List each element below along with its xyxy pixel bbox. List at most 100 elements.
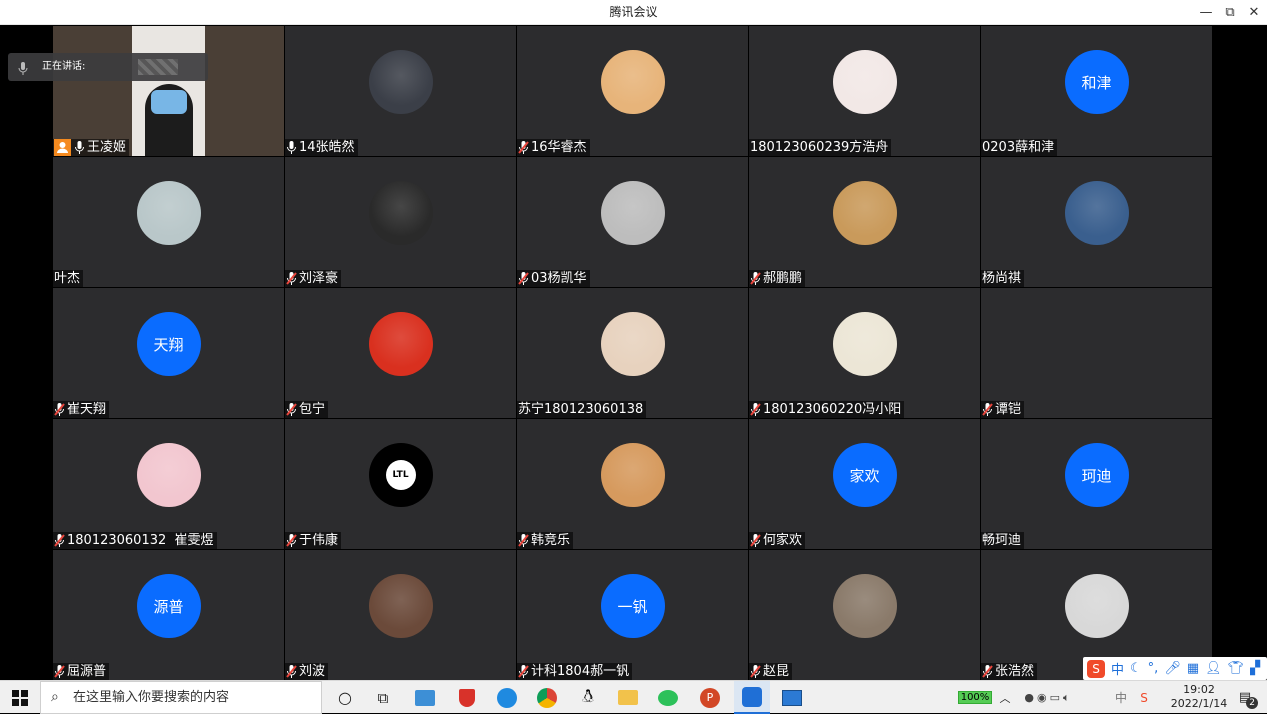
- mic-on-icon: [74, 141, 85, 154]
- participant-tile[interactable]: 苏宁180123060138: [517, 288, 748, 418]
- edge-browser-icon[interactable]: [492, 681, 522, 714]
- mic-muted-icon: [54, 534, 65, 547]
- participant-name: 刘波: [299, 664, 326, 679]
- participant-name: 14张皓然: [299, 140, 355, 155]
- clock[interactable]: 19:02 2022/1/14: [1169, 683, 1229, 711]
- speaker-name-redacted: [138, 59, 178, 75]
- qq-tray-icon[interactable]: ◉: [1037, 691, 1047, 704]
- avatar-initials: 源普: [136, 574, 201, 638]
- participant-tile[interactable]: 叶杰: [53, 157, 284, 287]
- mic-muted-icon: [518, 272, 529, 285]
- avatar: [832, 312, 897, 376]
- participant-name: 赵昆: [763, 664, 790, 679]
- keyboard-icon[interactable]: ▦: [1187, 661, 1199, 676]
- avatar: [832, 181, 897, 245]
- name-tag: 杨尚祺: [981, 270, 1025, 287]
- taskbar-search-input[interactable]: ⌕ 在这里输入你要搜索的内容: [40, 681, 322, 714]
- security-shield-icon[interactable]: [452, 681, 482, 714]
- participant-tile[interactable]: 刘泽豪: [285, 157, 516, 287]
- window-title: 腾讯会议: [609, 5, 658, 19]
- participant-tile[interactable]: LTL 于伟康: [285, 419, 516, 549]
- participant-tile[interactable]: 180123060239方浩舟: [749, 26, 980, 156]
- participant-tile[interactable]: 杨尚祺: [981, 157, 1212, 287]
- participant-tile[interactable]: 一钒 计科1804郝一钒: [517, 550, 748, 680]
- ime-toolbar[interactable]: S 中 ☾ °, 🎤︎ ▦ 👤︎ 👕︎ ▞: [1083, 657, 1267, 680]
- participant-name: 何家欢: [763, 533, 803, 548]
- show-hidden-icons-chevron-icon[interactable]: ︿: [998, 681, 1012, 714]
- avatar: [1064, 574, 1129, 638]
- participant-tile[interactable]: 16华睿杰: [517, 26, 748, 156]
- wechat-icon[interactable]: [653, 681, 683, 714]
- participant-tile[interactable]: 天翔 崔天翔: [53, 288, 284, 418]
- participant-tile[interactable]: 珂迪 畅珂迪: [981, 419, 1212, 549]
- wechat-tray-icon[interactable]: ●: [1024, 691, 1034, 704]
- participant-tile[interactable]: 03杨凯华: [517, 157, 748, 287]
- avatar-initials: 和津: [1064, 50, 1129, 114]
- photos-icon[interactable]: [777, 681, 807, 714]
- participant-tile[interactable]: 家欢 何家欢: [749, 419, 980, 549]
- avatar: [600, 50, 665, 114]
- name-tag: 崔天翔: [53, 401, 110, 418]
- maximize-button[interactable]: ⧉: [1217, 0, 1243, 25]
- network-icon[interactable]: ▭: [1050, 691, 1060, 704]
- name-tag: 计科1804郝一钒: [517, 663, 633, 680]
- cortana-icon[interactable]: ○: [333, 681, 357, 714]
- qq-icon[interactable]: 🐧︎: [573, 681, 603, 714]
- participant-tile[interactable]: 源普屈源普: [53, 550, 284, 680]
- file-explorer-icon[interactable]: [613, 681, 643, 714]
- mic-muted-icon: [286, 272, 297, 285]
- name-tag: 畅珂迪: [981, 532, 1025, 549]
- mic-icon[interactable]: 🎤︎: [1164, 661, 1181, 676]
- participant-name: 崔天翔: [67, 402, 107, 417]
- minimize-button[interactable]: —: [1193, 0, 1219, 25]
- avatar: [368, 181, 433, 245]
- ime-tray-indicator[interactable]: 中: [1114, 681, 1128, 714]
- tray-icons[interactable]: ● ◉ ▭ 🔈︎: [1015, 681, 1079, 714]
- sogou-tray-icon[interactable]: S: [1136, 681, 1152, 714]
- chrome-icon[interactable]: [532, 681, 562, 714]
- sogou-logo-icon: S: [1087, 659, 1105, 678]
- participant-tile[interactable]: 14张皓然: [285, 26, 516, 156]
- participant-tile[interactable]: 刘波: [285, 550, 516, 680]
- participant-tile[interactable]: 包宁: [285, 288, 516, 418]
- participant-name: 苏宁180123060138: [518, 402, 644, 417]
- user-icon[interactable]: 👤︎: [1205, 661, 1222, 676]
- tencent-meeting-icon[interactable]: [734, 681, 770, 714]
- name-tag: 屈源普: [53, 663, 110, 680]
- control-panel-icon[interactable]: [410, 681, 440, 714]
- participant-name: 屈源普: [67, 664, 107, 679]
- grid-icon[interactable]: ▞: [1250, 661, 1260, 676]
- participant-tile[interactable]: 王凌姬: [53, 26, 284, 156]
- mic-muted-icon: [286, 403, 297, 416]
- volume-icon[interactable]: 🔈︎: [1063, 691, 1070, 705]
- battery-indicator[interactable]: 100%: [955, 681, 995, 714]
- participant-tile[interactable]: 赵昆: [749, 550, 980, 680]
- name-tag: 王凌姬: [53, 139, 130, 156]
- participant-name: 于伟康: [299, 533, 339, 548]
- name-tag: 郝鹏鹏: [749, 270, 806, 287]
- mic-muted-icon: [518, 534, 529, 547]
- participant-tile[interactable]: 韩竞乐: [517, 419, 748, 549]
- skin-icon[interactable]: 👕︎: [1228, 661, 1245, 676]
- moon-icon[interactable]: ☾: [1130, 661, 1142, 676]
- speaking-label: 正在讲话:: [42, 61, 86, 72]
- participant-tile[interactable]: 180123060220冯小阳: [749, 288, 980, 418]
- punctuation-icon[interactable]: °,: [1148, 661, 1159, 676]
- name-tag: 180123060239方浩舟: [749, 139, 892, 156]
- mic-muted-icon: [518, 665, 529, 678]
- name-tag: 于伟康: [285, 532, 342, 549]
- participant-tile[interactable]: 和津 0203薛和津: [981, 26, 1212, 156]
- mic-muted-icon: [54, 403, 65, 416]
- close-button[interactable]: ✕: [1241, 0, 1267, 25]
- ime-mode[interactable]: 中: [1111, 659, 1124, 678]
- participant-name: 180123060132 崔雯煜: [67, 533, 214, 548]
- participant-tile[interactable]: 180123060132 崔雯煜: [53, 419, 284, 549]
- mic-muted-icon: [750, 665, 761, 678]
- windows-start-icon[interactable]: [6, 681, 34, 714]
- participant-tile[interactable]: 郝鹏鹏: [749, 157, 980, 287]
- task-view-icon[interactable]: ⧉: [371, 681, 395, 714]
- participant-name: 包宁: [299, 402, 326, 417]
- powerpoint-icon[interactable]: P: [695, 681, 725, 714]
- notification-center-icon[interactable]: ▤ 2: [1230, 681, 1260, 714]
- participant-tile[interactable]: 谭铠: [981, 288, 1212, 418]
